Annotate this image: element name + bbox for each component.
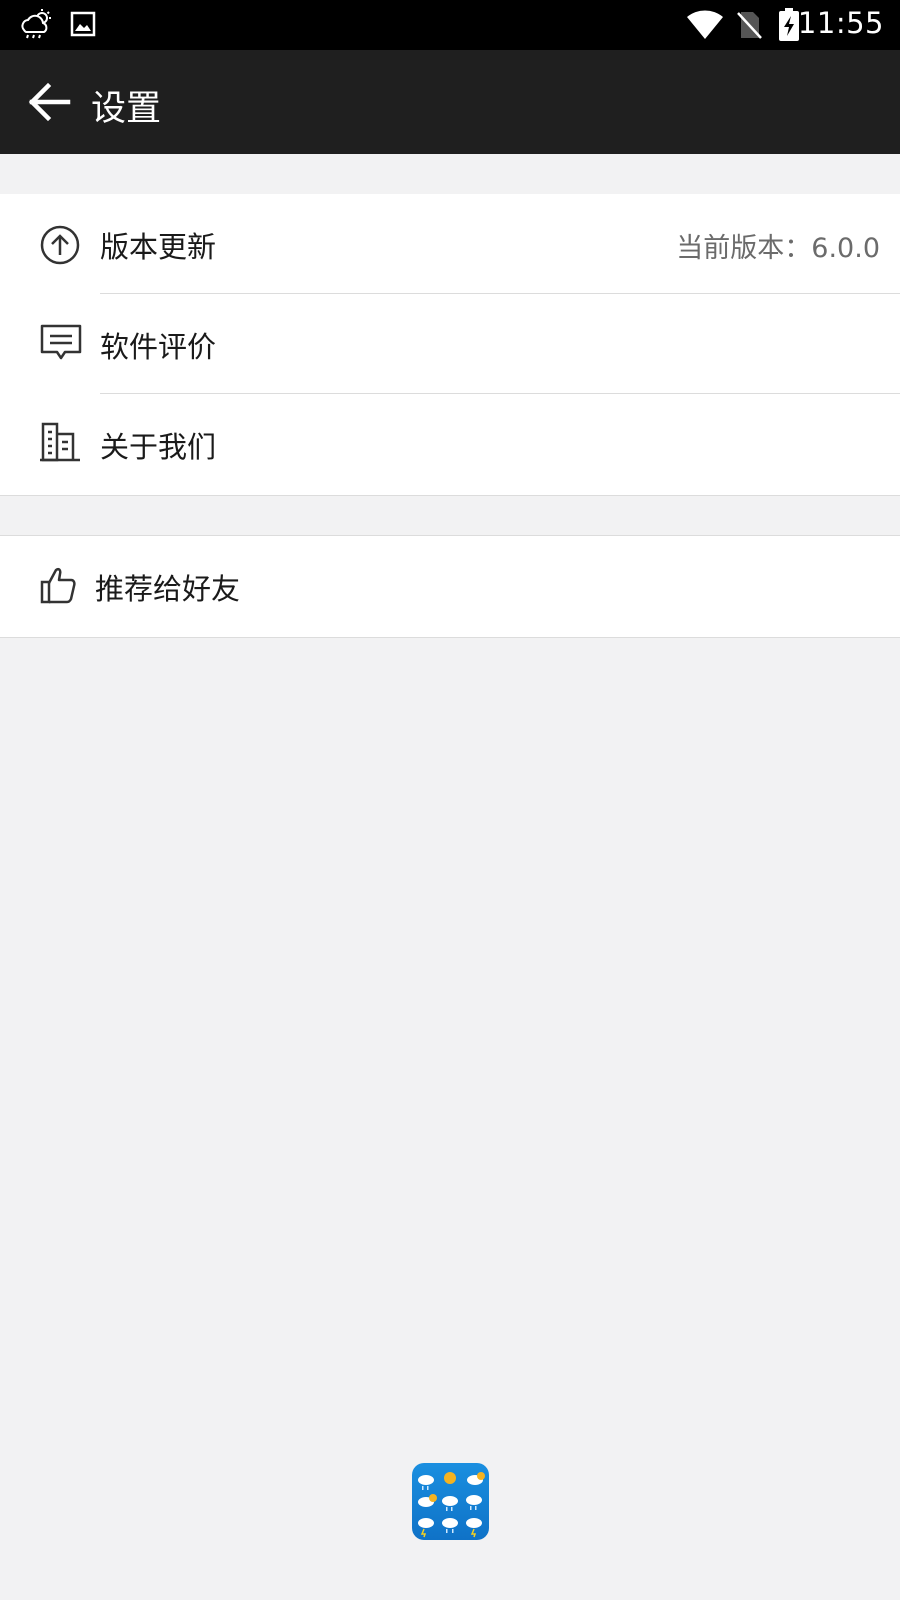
about-us-label: 关于我们 (100, 430, 217, 464)
clock: 11:55 (797, 6, 884, 40)
battery-charging-icon (778, 8, 800, 46)
recommend-to-friend-row[interactable]: 推荐给好友 (0, 536, 900, 636)
thumbs-up-icon (40, 566, 84, 610)
version-update-label: 版本更新 (100, 230, 217, 264)
back-button[interactable] (22, 74, 78, 130)
wifi-icon (686, 10, 724, 44)
version-update-row[interactable]: 版本更新 当前版本：6.0.0 (0, 194, 900, 294)
page-title: 设置 (91, 89, 162, 129)
app-logo (412, 1463, 489, 1540)
software-rating-row[interactable]: 软件评价 (0, 294, 900, 394)
building-icon (40, 422, 84, 466)
status-bar: 11:55 (0, 0, 900, 50)
upload-circle-icon (40, 225, 84, 269)
recommend-to-friend-label: 推荐给好友 (95, 572, 241, 606)
about-us-row[interactable]: 关于我们 (0, 394, 900, 494)
arrow-left-icon (22, 82, 78, 134)
image-notification-icon (70, 11, 96, 41)
settings-group-1: 版本更新 当前版本：6.0.0 软件评价 关于我们 (0, 194, 900, 496)
settings-group-2: 推荐给好友 (0, 535, 900, 638)
weather-notification-icon (18, 8, 54, 46)
current-version-value: 当前版本：6.0.0 (676, 233, 880, 264)
app-bar: 设置 (0, 50, 900, 154)
comment-icon (40, 324, 84, 368)
software-rating-label: 软件评价 (100, 330, 217, 364)
no-sim-icon (735, 10, 763, 44)
